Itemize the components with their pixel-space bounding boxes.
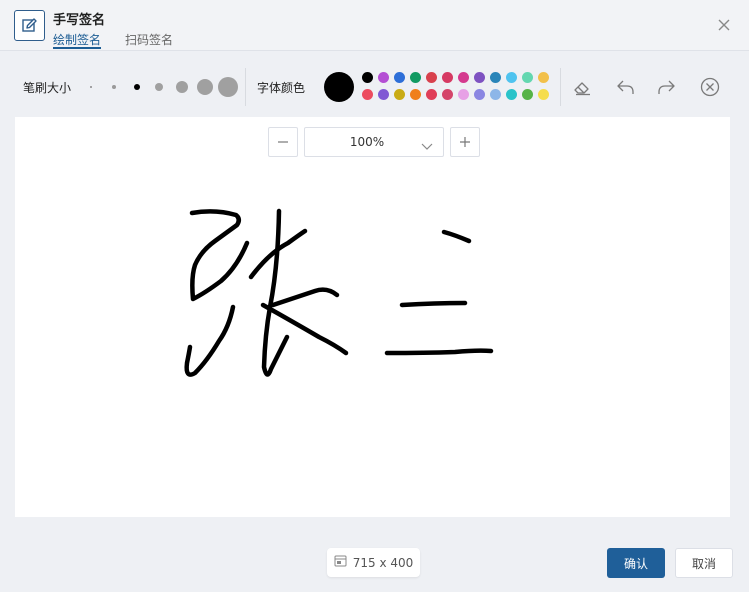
eraser-icon[interactable]	[571, 76, 593, 98]
color-swatch[interactable]	[474, 89, 485, 100]
color-swatch[interactable]	[538, 89, 549, 100]
brush-size-4[interactable]	[155, 83, 163, 91]
color-swatch[interactable]	[522, 72, 533, 83]
zoom-value: 100%	[349, 135, 385, 149]
color-swatch[interactable]	[410, 89, 421, 100]
clear-icon[interactable]	[699, 76, 721, 98]
close-icon[interactable]	[717, 17, 731, 31]
confirm-button[interactable]: 确认	[607, 548, 665, 578]
zoom-out-button[interactable]	[268, 127, 298, 157]
brush-size-1[interactable]	[90, 86, 92, 88]
color-swatch[interactable]	[474, 72, 485, 83]
color-swatch[interactable]	[410, 72, 421, 83]
redo-icon[interactable]	[656, 76, 678, 98]
canvas-size-icon	[334, 555, 347, 570]
tab-scan-signature[interactable]: 扫码签名	[125, 31, 173, 48]
color-swatch[interactable]	[490, 72, 501, 83]
selected-color-swatch[interactable]	[324, 72, 354, 102]
color-swatch[interactable]	[458, 72, 469, 83]
color-swatch[interactable]	[506, 89, 517, 100]
brush-size-label: 笔刷大小	[23, 81, 72, 95]
toolbar-divider	[245, 68, 246, 106]
brush-size-5[interactable]	[176, 81, 188, 93]
undo-icon[interactable]	[614, 76, 636, 98]
color-swatch[interactable]	[490, 89, 501, 100]
chevron-down-icon	[421, 137, 433, 156]
zoom-in-button[interactable]	[450, 127, 480, 157]
brush-size-7[interactable]	[218, 77, 238, 97]
color-swatch[interactable]	[442, 89, 453, 100]
canvas-size-label: 715 x 400	[352, 555, 414, 570]
color-swatch[interactable]	[522, 89, 533, 100]
color-swatch[interactable]	[394, 89, 405, 100]
dialog-title: 手写签名	[53, 13, 106, 28]
color-swatch[interactable]	[394, 72, 405, 83]
color-swatch[interactable]	[378, 89, 389, 100]
color-swatch[interactable]	[426, 89, 437, 100]
brush-size-2[interactable]	[112, 85, 116, 89]
color-swatch[interactable]	[538, 72, 549, 83]
brush-size-6[interactable]	[197, 79, 213, 95]
color-swatch[interactable]	[362, 72, 373, 83]
color-swatch[interactable]	[378, 72, 389, 83]
signature-canvas[interactable]: 100%	[15, 117, 730, 517]
color-swatch[interactable]	[506, 72, 517, 83]
brush-size-3[interactable]	[134, 84, 140, 90]
dialog-header: 手写签名 绘制签名 扫码签名	[0, 0, 749, 51]
color-swatch[interactable]	[442, 72, 453, 83]
color-swatch[interactable]	[362, 89, 373, 100]
color-swatch[interactable]	[458, 89, 469, 100]
canvas-size-indicator: 715 x 400	[327, 548, 420, 577]
color-swatch[interactable]	[426, 72, 437, 83]
edit-icon	[14, 10, 45, 41]
signature-drawing	[184, 208, 494, 377]
zoom-select[interactable]: 100%	[304, 127, 444, 157]
active-tab-indicator	[53, 47, 101, 49]
font-color-label: 字体颜色	[257, 81, 306, 95]
toolbar-divider	[560, 68, 561, 106]
cancel-button[interactable]: 取消	[675, 548, 733, 578]
tab-draw-signature[interactable]: 绘制签名	[53, 31, 101, 48]
toolbar: 笔刷大小 字体颜色	[0, 52, 749, 118]
